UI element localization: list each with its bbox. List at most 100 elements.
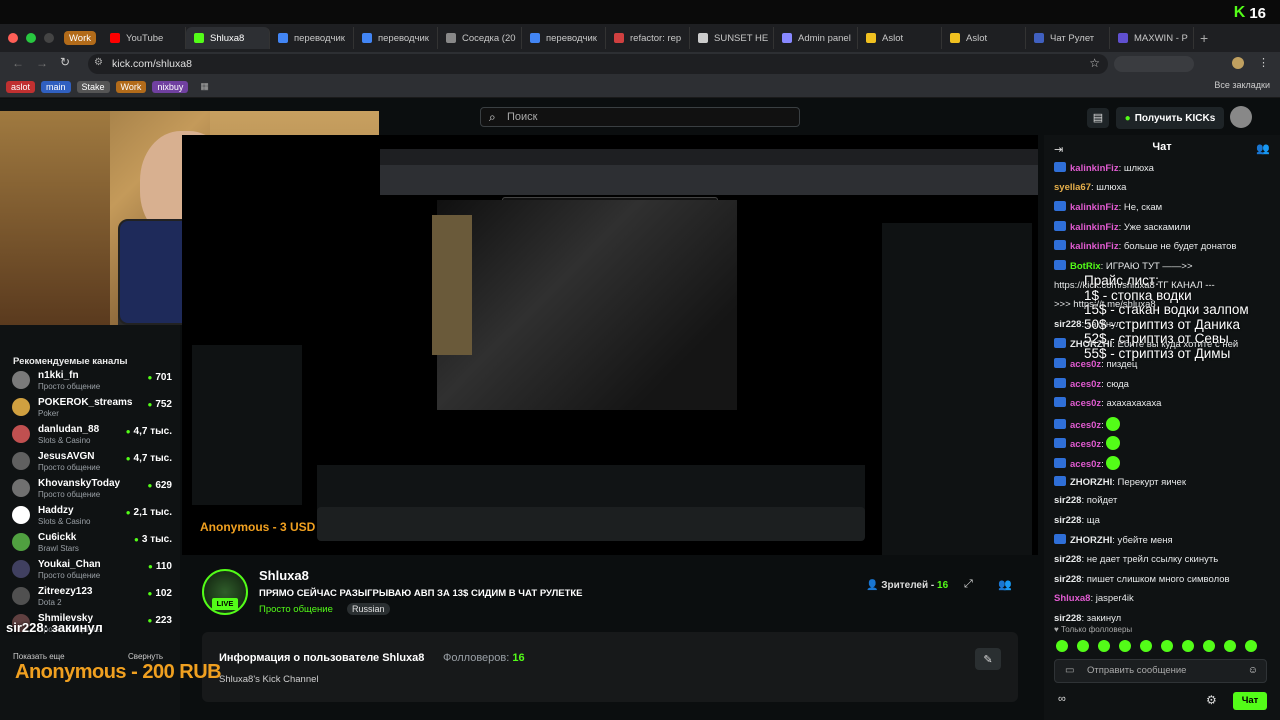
chat-username[interactable]: sir228 [1054,613,1081,624]
sidebar-channel-item[interactable]: JesusAVGNПросто общение 4,7 тыс. [12,448,172,474]
chat-settings-icon[interactable]: ⚙ [1206,693,1217,707]
sidebar-channel-item[interactable]: KhovanskyTodayПросто общение 629 [12,475,172,501]
chat-username[interactable]: aces0z [1070,420,1101,431]
browser-tab[interactable]: YouTube [102,27,186,49]
chat-badge-icon [1054,338,1066,349]
browser-tab[interactable]: переводчик [270,27,354,49]
url-field[interactable]: ⚙ kick.com/shluxa8 ☆ [88,54,1108,74]
chat-username[interactable]: BotRix [1070,261,1101,272]
chat-username[interactable]: ZHORZHI [1070,535,1112,546]
bookmark-item[interactable]: Stake [76,80,110,93]
chat-username[interactable]: aces0z [1070,398,1101,409]
chat-username[interactable]: sir228 [1054,574,1081,585]
browser-tab[interactable]: переводчик [522,27,606,49]
about-panel: Информация о пользователе Shluxa8 Фоллов… [202,632,1018,702]
emote-icon[interactable] [1203,640,1215,652]
bookmark-item[interactable]: Work [115,80,147,93]
chat-username[interactable]: sir228 [1054,554,1081,565]
sidebar-channel-item[interactable]: Zitreezy123Dota 2 102 [12,583,172,609]
forward-icon[interactable]: → [36,56,48,70]
browser-tab[interactable]: MAXWIN - P [1110,27,1194,49]
extensions-area[interactable] [1114,56,1194,72]
site-info-icon[interactable]: ⚙ [94,57,103,68]
emoji-icon[interactable]: ☺ [1248,660,1258,682]
emote-icon[interactable] [1119,640,1131,652]
close-window-icon[interactable] [8,33,18,43]
all-bookmarks-link[interactable]: Все закладки [1214,80,1270,90]
bookmark-item[interactable]: main [41,80,71,93]
emote-icon[interactable] [1140,640,1152,652]
sidebar-channel-item[interactable]: Youkai_ChanПросто общение 110 [12,556,172,582]
bookmark-item[interactable]: nixbuy [152,80,189,93]
emote-icon[interactable] [1161,640,1173,652]
sidebar-channel-item[interactable]: Cu6ickkBrawl Stars 3 тыс. [12,529,172,555]
user-settings-icon[interactable]: 👥 [998,578,1012,591]
collapse-link[interactable]: Свернуть [128,652,163,661]
chat-username[interactable]: sir228 [1054,319,1081,330]
emote-icon[interactable] [1056,640,1068,652]
chat-message: kalinkinFiz: больше не будет донатов [1054,240,1276,252]
chat-input[interactable]: ▭ Отправить сообщение ☺ [1054,659,1267,683]
browser-tab[interactable]: Чат Рулет [1026,27,1110,49]
sidebar-channel-item[interactable]: POKEROK_streamsPoker 752 [12,394,172,420]
chat-username[interactable]: aces0z [1070,459,1101,470]
maximize-window-icon[interactable] [26,33,36,43]
apps-grid-icon[interactable]: ▦ [200,81,209,92]
browser-tab[interactable]: refactor: rep [606,27,690,49]
profile-avatar-icon[interactable] [1232,57,1244,69]
chat-message: sir228: закинул [1054,613,1276,624]
tab-favicon-icon [866,33,876,43]
chat-username[interactable]: sir228 [1054,495,1081,506]
browser-menu-icon[interactable]: ⋮ [1258,56,1269,69]
emote-icon[interactable] [1098,640,1110,652]
tab-label: YouTube [126,32,164,44]
browser-tab[interactable]: SUNSET HE [690,27,774,49]
chat-users-icon[interactable]: 👥 [1256,142,1270,155]
bookmark-star-icon[interactable]: ☆ [1089,56,1100,70]
sidebar-channel-item[interactable]: danludan_88Slots & Casino 4,7 тыс. [12,421,172,447]
tab-group-work[interactable]: Work [64,31,96,45]
streamer-name[interactable]: Shluxa8 [259,568,309,583]
reload-icon[interactable]: ↻ [60,55,70,69]
browser-tab[interactable]: Aslot [942,27,1026,49]
chat-username[interactable]: kalinkinFiz [1070,241,1119,252]
edit-button[interactable]: ✎ [975,648,1001,670]
sidebar-channel-item[interactable]: n1kki_fnПросто общение 701 [12,367,172,393]
stream-video-player[interactable] [182,135,1038,555]
browser-tab[interactable]: Соседка (20 [438,27,522,49]
browser-tab[interactable]: Shluxa8 [186,27,270,49]
chat-options-icon[interactable]: ∞ [1058,693,1066,705]
chat-username[interactable]: kalinkinFiz [1070,202,1119,213]
emote-icon[interactable] [1077,640,1089,652]
emote-bar [1056,640,1257,652]
bookmark-item[interactable]: aslot [6,80,36,93]
get-kicks-button[interactable]: ● Получить KICKs [1116,107,1224,129]
stream-language-tag[interactable]: Russian [347,603,390,615]
chat-username[interactable]: aces0z [1070,379,1101,390]
chat-username[interactable]: kalinkinFiz [1070,222,1119,233]
browser-tab[interactable]: переводчик [354,27,438,49]
chat-username[interactable]: syella67 [1054,182,1091,193]
emote-icon[interactable] [1224,640,1236,652]
chat-username[interactable]: sir228 [1054,515,1081,526]
emote-icon[interactable] [1245,640,1257,652]
back-icon[interactable]: ← [12,56,24,70]
tab-menu-icon[interactable] [44,33,54,43]
emote-icon[interactable] [1182,640,1194,652]
chat-username[interactable]: aces0z [1070,439,1101,450]
search-input[interactable]: ⌕ Поиск [480,107,800,127]
chat-username[interactable]: ZHORZHI [1070,477,1112,488]
chat-username[interactable]: Shluxa8 [1054,593,1090,604]
chat-panel: ⇥ Чат 👥 kalinkinFiz: шлюха syella67: шлюх… [1044,135,1280,720]
sidebar-channel-item[interactable]: HaddzySlots & Casino 2,1 тыс. [12,502,172,528]
browser-tab[interactable]: Admin panel [774,27,858,49]
share-icon[interactable]: ⤢ [964,578,973,591]
stream-category[interactable]: Просто общение [259,604,333,615]
show-more-link[interactable]: Показать еще [13,652,65,661]
chat-send-button[interactable]: Чат [1233,692,1267,710]
new-tab-icon[interactable]: + [1200,30,1208,46]
wallet-icon[interactable]: ▤ [1087,108,1109,128]
browser-tab[interactable]: Aslot [858,27,942,49]
chat-username[interactable]: kalinkinFiz [1070,163,1119,174]
user-avatar[interactable] [1230,106,1252,128]
